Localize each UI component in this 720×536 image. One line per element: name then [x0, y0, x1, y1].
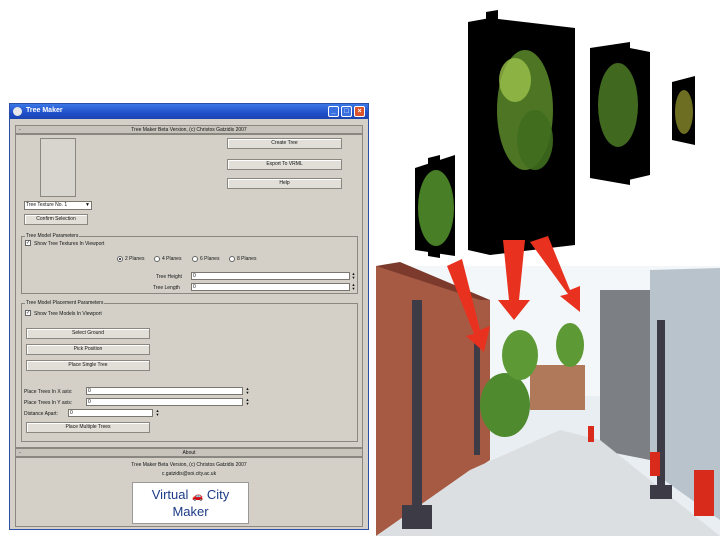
planes-label-4: 4 Planes	[162, 256, 182, 262]
rollout-about-header[interactable]: - About	[15, 448, 363, 457]
tree-length-label: Tree Length	[153, 285, 180, 291]
maximize-button[interactable]: □	[341, 106, 352, 117]
tree-maker-window: Tree Maker _ □ × - Tree Maker Beta Versi…	[9, 103, 369, 530]
minimize-button[interactable]: _	[328, 106, 339, 117]
chevron-down-icon[interactable]: ▼	[85, 202, 90, 209]
logo-text-virtual: Virtual	[151, 487, 189, 502]
tree-height-spinner[interactable]: ▲ ▼	[351, 272, 356, 280]
create-tree-button[interactable]: Create Tree	[227, 138, 342, 149]
rollout-main-header[interactable]: - Tree Maker Beta Version, (c) Christos …	[15, 125, 363, 134]
close-button[interactable]: ×	[354, 106, 365, 117]
logo-text-maker: Maker	[172, 504, 209, 519]
tree-length-input[interactable]: 0	[191, 283, 350, 291]
show-textures-label: Show Tree Textures In Viewport	[34, 241, 105, 247]
place-x-input[interactable]: 0	[86, 387, 243, 395]
texture-preview	[40, 138, 76, 197]
place-x-label: Place Trees In X axis:	[24, 389, 73, 395]
tree-billboard-cards	[415, 10, 695, 258]
distance-label: Distance Apart:	[24, 411, 58, 417]
distance-input[interactable]: 0	[68, 409, 153, 417]
planes-label-6: 6 Planes	[200, 256, 220, 262]
place-single-tree-button[interactable]: Place Single Tree	[26, 360, 150, 371]
place-y-input[interactable]: 0	[86, 398, 243, 406]
tree-length-spinner[interactable]: ▲ ▼	[351, 283, 356, 291]
texture-dropdown[interactable]: Tree Texture No. 1 ▼	[24, 201, 92, 210]
rollout-main-title: Tree Maker Beta Version, (c) Christos Ga…	[131, 127, 247, 133]
place-x-spinner[interactable]: ▲ ▼	[245, 387, 250, 395]
about-email: c.gatzidis@soi.city.ac.uk	[161, 471, 217, 477]
tree-height-label: Tree Height	[156, 274, 182, 280]
planes-label-8: 8 Planes	[237, 256, 257, 262]
planes-label-2: 2 Planes	[125, 256, 145, 262]
show-textures-checkbox[interactable]: ✓	[25, 240, 31, 246]
help-button[interactable]: Help	[227, 178, 342, 189]
car-icon: 🚗	[192, 491, 204, 501]
rollout-main-collapse-icon[interactable]: -	[19, 126, 21, 134]
export-vrml-button[interactable]: Export To VRML	[227, 159, 342, 170]
rollout-about-collapse-icon[interactable]: -	[19, 449, 21, 457]
planes-radio-4[interactable]	[154, 256, 160, 262]
tree-height-input[interactable]: 0	[191, 272, 350, 280]
placement-parameters-title: Tree Model Placement Parameters	[25, 300, 105, 306]
about-line-1: Tree Maker Beta Version, (c) Christos Ga…	[131, 462, 247, 468]
planes-radio-2[interactable]	[117, 256, 123, 262]
select-ground-button[interactable]: Select Ground	[26, 328, 150, 339]
pick-position-button[interactable]: Pick Position	[26, 344, 150, 355]
street-scene	[376, 262, 720, 536]
planes-radio-6[interactable]	[192, 256, 198, 262]
show-models-label: Show Tree Models In Viewport	[34, 311, 102, 317]
rollout-about-title: About	[182, 450, 196, 456]
model-parameters-title: Tree Model Parameters	[25, 233, 80, 239]
app-icon	[13, 107, 22, 116]
virtual-city-maker-logo: Virtual 🚗 City Maker	[132, 482, 249, 524]
confirm-selection-button[interactable]: Confirm Selection	[24, 214, 88, 225]
texture-dropdown-value: Tree Texture No. 1	[26, 202, 68, 208]
window-title: Tree Maker	[26, 107, 63, 114]
logo-text-city: City	[206, 487, 230, 502]
distance-spinner[interactable]: ▲ ▼	[155, 409, 160, 417]
place-y-spinner[interactable]: ▲ ▼	[245, 398, 250, 406]
show-models-checkbox[interactable]: ✓	[25, 310, 31, 316]
window-titlebar[interactable]: Tree Maker _ □ ×	[10, 104, 368, 119]
place-y-label: Place Trees In Y axis:	[24, 400, 73, 406]
place-multiple-trees-button[interactable]: Place Multiple Trees	[26, 422, 150, 433]
planes-radio-8[interactable]	[229, 256, 235, 262]
